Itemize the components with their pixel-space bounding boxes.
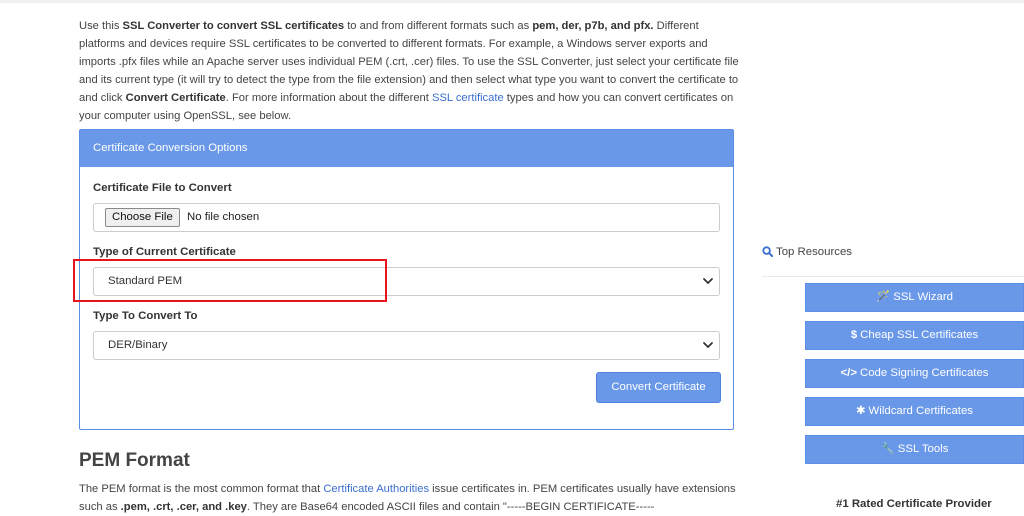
search-icon [762, 246, 773, 257]
ssl-tools-button[interactable]: 🔧 SSL Tools [805, 435, 1024, 464]
ssl-wizard-button[interactable]: 🪄 SSL Wizard [805, 283, 1024, 312]
top-resources-title: Top Resources [762, 246, 852, 258]
magic-wand-icon: 🪄 [876, 291, 891, 303]
wildcard-button[interactable]: ✱ Wildcard Certificates [805, 397, 1024, 426]
convert-to-label: Type To Convert To [93, 310, 198, 322]
convert-certificate-button[interactable]: Convert Certificate [596, 372, 721, 403]
current-type-label: Type of Current Certificate [93, 246, 236, 258]
panel-heading: Certificate Conversion Options [80, 130, 733, 167]
ssl-certificate-link[interactable]: SSL certificate [432, 92, 504, 104]
asterisk-icon: ✱ [856, 405, 866, 417]
current-type-select[interactable]: Standard PEM [93, 267, 720, 296]
rated-provider-heading: #1 Rated Certificate Provider [836, 498, 992, 510]
certificate-authorities-link[interactable]: Certificate Authorities [323, 483, 429, 495]
chevron-down-icon [703, 278, 713, 284]
dollar-icon: $ [850, 329, 858, 341]
code-icon: </> [840, 367, 857, 379]
cheap-ssl-button[interactable]: $ Cheap SSL Certificates [805, 321, 1024, 350]
wrench-icon: 🔧 [880, 443, 895, 455]
chevron-down-icon [703, 342, 713, 348]
pem-format-heading: PEM Format [79, 450, 190, 471]
file-label: Certificate File to Convert [93, 182, 232, 194]
pem-paragraph: The PEM format is the most common format… [79, 483, 736, 513]
intro-paragraph: Use this SSL Converter to convert SSL ce… [79, 20, 739, 122]
conversion-options-panel: Certificate Conversion Options Certifica… [79, 129, 734, 430]
choose-file-button[interactable]: Choose File [105, 208, 180, 227]
convert-to-value: DER/Binary [108, 339, 168, 351]
certificate-file-input[interactable]: Choose File No file chosen [93, 203, 720, 232]
current-type-value: Standard PEM [108, 275, 183, 287]
code-signing-button[interactable]: </> Code Signing Certificates [805, 359, 1024, 388]
file-status: No file chosen [187, 211, 260, 223]
resources-divider [762, 276, 1024, 277]
top-border [0, 0, 1024, 3]
convert-to-select[interactable]: DER/Binary [93, 331, 720, 360]
